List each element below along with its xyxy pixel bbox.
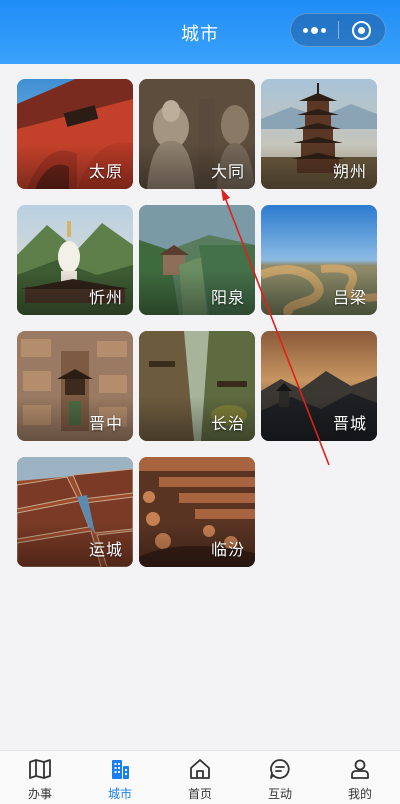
city-name: 长治 (210, 414, 245, 433)
chat-icon (270, 759, 290, 779)
city-name: 朔州 (332, 162, 367, 181)
city-card-changzhi[interactable]: 长治 (139, 331, 255, 441)
city-name: 吕梁 (332, 288, 367, 307)
city-card-jinzhong[interactable]: 晋中 (17, 331, 133, 441)
city-name: 忻州 (88, 288, 123, 307)
tab-city[interactable]: 城市 (80, 751, 160, 804)
map-icon (29, 759, 51, 779)
city-card-yangquan[interactable]: 阳泉 (139, 205, 255, 315)
city-buildings-icon (112, 760, 129, 779)
target-circle-icon (352, 20, 372, 40)
city-name: 晋城 (332, 414, 367, 433)
tab-affairs[interactable]: 办事 (0, 751, 80, 804)
tab-label: 办事 (27, 787, 52, 801)
city-card-taiyuan[interactable]: 太原 (17, 79, 133, 189)
city-name: 晋中 (88, 414, 123, 433)
city-card-linfen[interactable]: 临汾 (139, 457, 255, 567)
close-miniprogram-button[interactable] (339, 14, 386, 46)
city-name: 阳泉 (210, 288, 245, 307)
more-dots-icon (302, 26, 326, 34)
tab-mine[interactable]: 我的 (320, 751, 400, 804)
city-name: 太原 (88, 162, 123, 181)
city-card-shuozhou[interactable]: 朔州 (261, 79, 377, 189)
city-card-datong[interactable]: 大同 (139, 79, 255, 189)
bottom-tab-bar: 办事 城市 首页 互动 我的 (0, 750, 400, 804)
city-card-yuncheng[interactable]: 运城 (17, 457, 133, 567)
city-name: 大同 (210, 162, 245, 181)
tab-label: 互动 (267, 787, 292, 801)
city-grid: 太原 大同 朔州 忻州 阳泉 吕梁 晋中 长治 晋城 运城 临汾 (17, 79, 377, 567)
city-card-lvliang[interactable]: 吕梁 (261, 205, 377, 315)
tab-label: 我的 (347, 787, 372, 801)
nav-header: 城市 (0, 0, 400, 64)
city-card-xinzhou[interactable]: 忻州 (17, 205, 133, 315)
tab-label: 城市 (107, 787, 132, 801)
city-card-jincheng[interactable]: 晋城 (261, 331, 377, 441)
user-icon (351, 759, 369, 779)
tab-home[interactable]: 首页 (160, 751, 240, 804)
city-name: 运城 (88, 540, 123, 559)
miniprogram-capsule (290, 13, 386, 47)
home-icon (190, 759, 210, 779)
tab-label: 首页 (187, 787, 212, 801)
more-button[interactable] (291, 14, 338, 46)
city-name: 临汾 (210, 540, 245, 559)
tab-interact[interactable]: 互动 (240, 751, 320, 804)
